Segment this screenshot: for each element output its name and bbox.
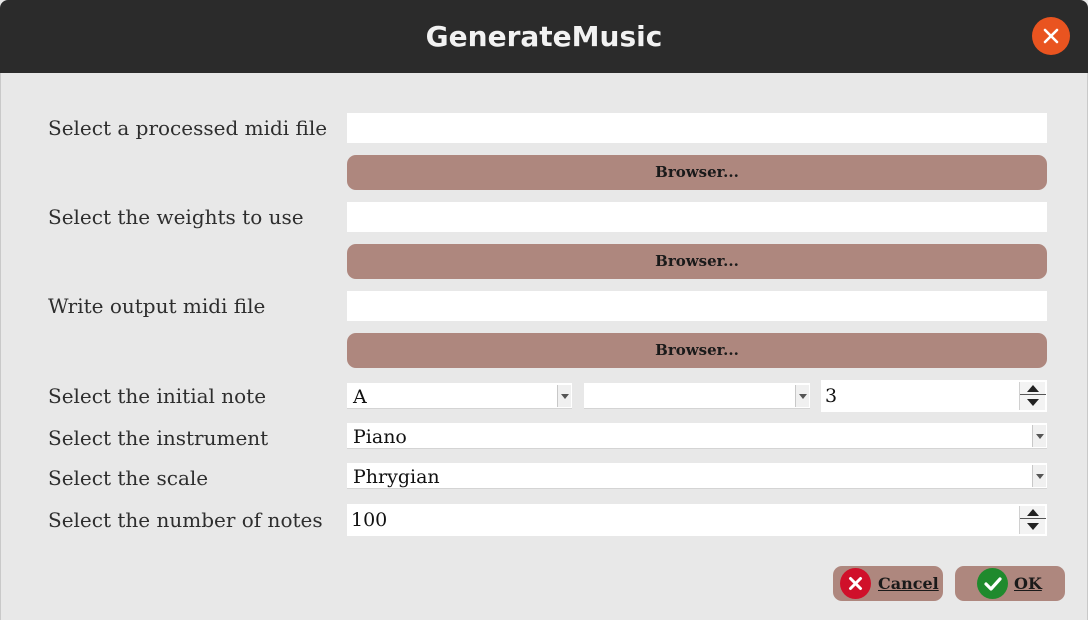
output-midi-browse-button[interactable]: Browser... <box>347 333 1047 368</box>
num-notes-spinbox[interactable]: 100 <box>347 504 1047 536</box>
check-icon <box>977 568 1008 599</box>
num-notes-label: Select the number of notes <box>48 508 323 532</box>
ok-button-label: OK <box>1014 574 1042 593</box>
decrement-button[interactable] <box>1020 396 1046 409</box>
chevron-down-icon[interactable] <box>557 385 571 407</box>
scale-select[interactable]: Phrygian <box>347 463 1047 489</box>
cancel-button[interactable]: Cancel <box>833 566 943 601</box>
output-midi-label: Write output midi file <box>48 294 266 318</box>
instrument-label: Select the instrument <box>48 426 269 450</box>
output-midi-input[interactable] <box>347 291 1047 321</box>
arrow-up-icon <box>1027 385 1039 392</box>
cancel-icon <box>840 568 871 599</box>
octave-stepper <box>1019 382 1046 410</box>
ok-button[interactable]: OK <box>955 566 1065 601</box>
note-select[interactable]: A <box>347 383 572 409</box>
initial-note-label: Select the initial note <box>48 384 267 408</box>
increment-button[interactable] <box>1020 506 1046 519</box>
scale-label: Select the scale <box>48 466 209 490</box>
chevron-down-icon[interactable] <box>795 385 809 407</box>
instrument-value: Piano <box>353 426 407 448</box>
increment-button[interactable] <box>1020 382 1046 395</box>
arrow-down-icon <box>1027 523 1039 530</box>
processed-midi-browse-button[interactable]: Browser... <box>347 155 1047 190</box>
octave-value: 3 <box>825 385 838 407</box>
num-notes-value: 100 <box>351 509 388 531</box>
arrow-down-icon <box>1027 399 1039 406</box>
close-button[interactable] <box>1032 17 1070 55</box>
scale-value: Phrygian <box>353 466 440 488</box>
octave-spinbox[interactable]: 3 <box>821 380 1047 412</box>
weights-browse-button[interactable]: Browser... <box>347 244 1047 279</box>
accidental-select[interactable] <box>584 383 810 409</box>
title-bar: GenerateMusic <box>0 0 1088 73</box>
weights-label: Select the weights to use <box>48 205 304 229</box>
arrow-up-icon <box>1027 509 1039 516</box>
weights-input[interactable] <box>347 202 1047 232</box>
processed-midi-label: Select a processed midi file <box>48 116 328 140</box>
window-title: GenerateMusic <box>425 20 663 53</box>
decrement-button[interactable] <box>1020 520 1046 533</box>
num-notes-stepper <box>1019 506 1046 534</box>
instrument-select[interactable]: Piano <box>347 423 1047 449</box>
processed-midi-input[interactable] <box>347 113 1047 143</box>
note-value: A <box>353 386 367 408</box>
close-icon <box>1043 28 1059 44</box>
cancel-button-label: Cancel <box>878 574 939 593</box>
chevron-down-icon[interactable] <box>1032 465 1046 487</box>
chevron-down-icon[interactable] <box>1032 425 1046 447</box>
